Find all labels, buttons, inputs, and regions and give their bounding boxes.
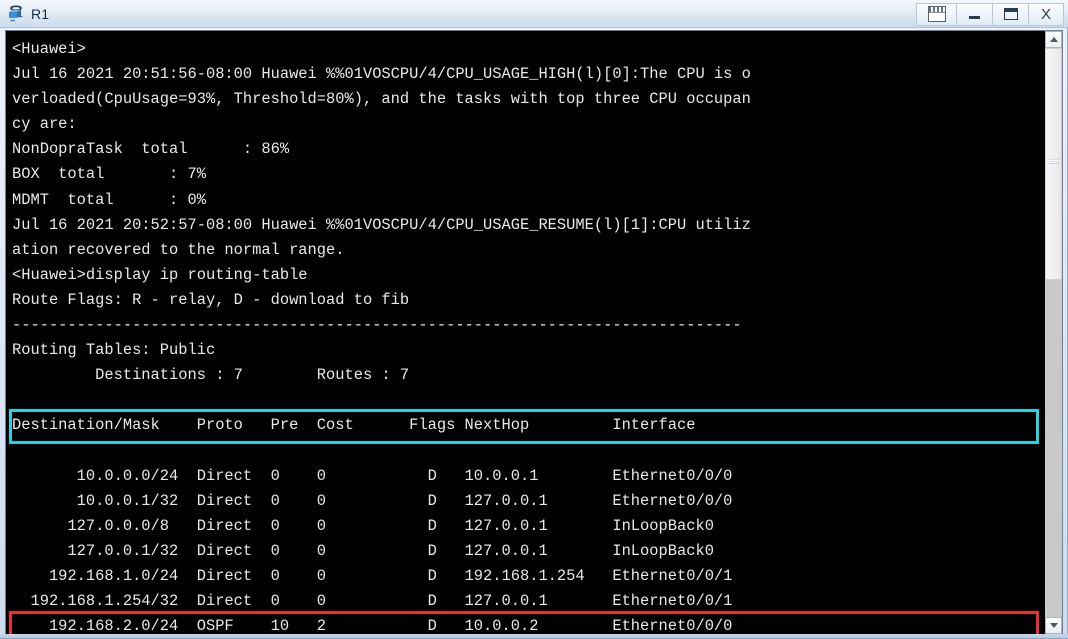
- maximize-button[interactable]: [992, 2, 1028, 26]
- terminal-line: 10.0.0.1/32 Direct 0 0 D 127.0.0.1 Ether…: [12, 491, 733, 510]
- minimize-button[interactable]: [956, 2, 992, 26]
- terminal-line: Jul 16 2021 20:51:56-08:00 Huawei %%01VO…: [12, 65, 751, 84]
- terminal-area: <Huawei> Jul 16 2021 20:51:56-08:00 Huawe…: [5, 30, 1063, 635]
- terminal-line: 127.0.0.1/32 Direct 0 0 D 127.0.0.1 InLo…: [12, 541, 714, 560]
- capture-icon: [927, 6, 946, 22]
- window-bottom-strip: [0, 634, 1068, 638]
- window-title: R1: [31, 5, 50, 22]
- scrollbar-track[interactable]: [1045, 48, 1062, 617]
- terminal-line: Destinations : 7 Routes : 7: [12, 366, 410, 385]
- terminal-window: R1 X <Huawei> Jul 16 2021 20:51:56-08:00 …: [0, 0, 1068, 639]
- title-bar-left: R1: [0, 0, 49, 27]
- router-icon: [6, 4, 26, 24]
- scroll-down-icon: [1049, 623, 1058, 628]
- terminal-line: ----------------------------------------…: [12, 316, 742, 335]
- close-icon: X: [1040, 5, 1051, 23]
- terminal-line: 127.0.0.0/8 Direct 0 0 D 127.0.0.1 InLoo…: [12, 516, 714, 535]
- terminal-line: 192.168.2.0/24 OSPF 10 2 D 10.0.0.2 Ethe…: [12, 617, 733, 634]
- terminal-line: ation recovered to the normal range.: [12, 240, 345, 259]
- terminal-line: Jul 16 2021 20:52:57-08:00 Huawei %%01VO…: [12, 215, 751, 234]
- terminal-line: BOX total : 7%: [12, 165, 206, 184]
- terminal-line: Routing Tables: Public: [12, 341, 216, 360]
- terminal-text: <Huawei> Jul 16 2021 20:51:56-08:00 Huawe…: [12, 37, 1044, 634]
- terminal-output[interactable]: <Huawei> Jul 16 2021 20:51:56-08:00 Huawe…: [6, 31, 1044, 634]
- terminal-line: cy are:: [12, 115, 77, 134]
- terminal-line: Route Flags: R - relay, D - download to …: [12, 290, 410, 309]
- terminal-line: 10.0.0.0/24 Direct 0 0 D 10.0.0.1 Ethern…: [12, 466, 733, 485]
- terminal-line: 192.168.1.0/24 Direct 0 0 D 192.168.1.25…: [12, 566, 733, 585]
- title-bar: R1 X: [0, 0, 1068, 28]
- scroll-down-button[interactable]: [1045, 617, 1062, 634]
- terminal-scrollbar[interactable]: [1044, 31, 1062, 634]
- terminal-line: verloaded(CpuUsage=93%, Threshold=80%), …: [12, 90, 751, 109]
- terminal-line: <Huawei>display ip routing-table: [12, 265, 308, 284]
- terminal-line: Destination/Mask Proto Pre Cost Flags Ne…: [12, 416, 696, 435]
- scroll-up-icon: [1049, 37, 1058, 42]
- close-button[interactable]: X: [1028, 2, 1064, 26]
- scrollbar-thumb[interactable]: [1045, 48, 1062, 280]
- terminal-line: 192.168.1.254/32 Direct 0 0 D 127.0.0.1 …: [12, 592, 733, 611]
- scrollbar-grip-icon: [1049, 159, 1060, 164]
- minimize-icon: [969, 16, 980, 19]
- terminal-line: <Huawei>: [12, 40, 86, 58]
- scroll-up-button[interactable]: [1045, 31, 1062, 48]
- terminal-line: MDMT total : 0%: [12, 190, 206, 209]
- terminal-line: NonDopraTask total : 86%: [12, 140, 290, 159]
- window-controls: X: [916, 2, 1064, 26]
- maximize-icon: [1003, 8, 1018, 20]
- capture-button[interactable]: [916, 2, 956, 26]
